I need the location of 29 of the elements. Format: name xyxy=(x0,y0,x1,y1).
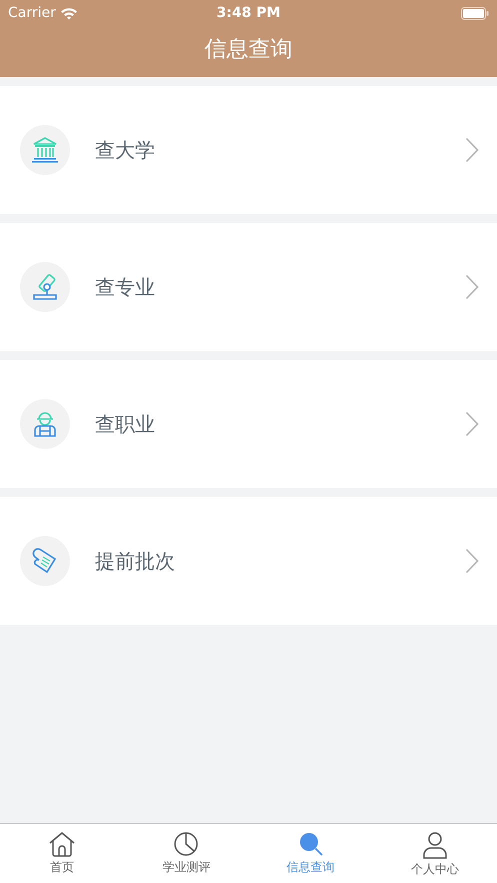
tab-bar-item[interactable]: 学业测评 xyxy=(124,824,248,883)
menu-item-label: 查专业 xyxy=(95,274,156,301)
tab-bar-item[interactable]: 个人中心 xyxy=(372,824,497,883)
chevron-right-icon xyxy=(465,411,479,437)
bank-icon xyxy=(31,137,59,163)
menu-item-label: 查大学 xyxy=(95,137,156,164)
menu-item[interactable]: 查专业 xyxy=(0,223,497,351)
worker-icon xyxy=(31,410,59,438)
carrier-label: Carrier xyxy=(8,4,56,22)
battery-icon xyxy=(460,6,489,20)
chevron-right-icon xyxy=(465,548,479,574)
menu-item[interactable]: 查大学 xyxy=(0,86,497,214)
menu-item-label: 提前批次 xyxy=(95,548,176,575)
menu-item[interactable]: 提前批次 xyxy=(0,497,497,625)
search-icon xyxy=(298,831,324,857)
chevron-right-icon xyxy=(465,274,479,300)
pie-chart-icon xyxy=(173,831,200,857)
clock-time: 3:48 PM xyxy=(216,4,280,22)
page-title: 信息查询 xyxy=(204,36,292,64)
tab-bar-item[interactable]: 信息查询 xyxy=(248,824,373,883)
microscope-icon xyxy=(31,273,59,301)
chevron-right-icon xyxy=(465,137,479,163)
tab-bar-item[interactable]: 首页 xyxy=(0,824,124,883)
menu-item-label: 查职业 xyxy=(95,411,156,438)
person-icon xyxy=(422,831,448,859)
scroll-icon xyxy=(31,547,59,575)
menu-item[interactable]: 查职业 xyxy=(0,360,497,488)
wifi-icon xyxy=(60,6,78,20)
home-icon xyxy=(48,831,76,857)
